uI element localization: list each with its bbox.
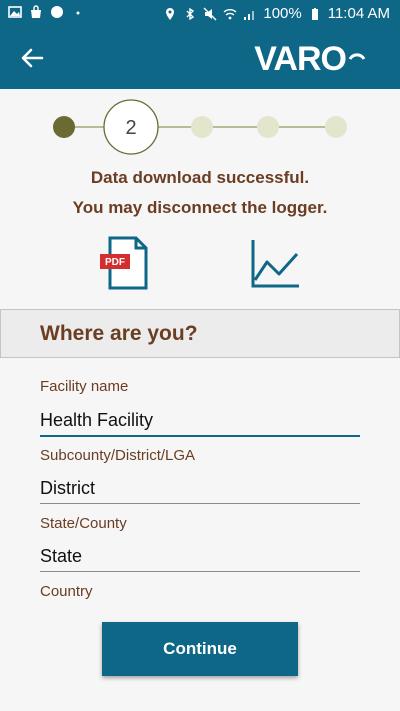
section-title: Where are you? xyxy=(40,322,198,345)
step-dot-completed xyxy=(53,116,75,138)
clock: 11:04 AM xyxy=(327,5,390,22)
step-dot-pending xyxy=(191,116,213,138)
continue-button[interactable]: Continue xyxy=(102,622,298,676)
wifi-icon xyxy=(223,8,237,19)
circle-icon xyxy=(51,6,63,18)
district-input[interactable] xyxy=(40,473,360,504)
success-message: Data download successful. xyxy=(90,168,310,187)
step-current-number: 2 xyxy=(125,117,136,139)
district-label: Subcounty/District/LGA xyxy=(40,447,196,464)
status-bar: 100% 11:04 AM xyxy=(0,0,400,28)
signal-icon xyxy=(244,10,255,20)
step-dot-pending xyxy=(325,116,347,138)
pdf-label: PDF xyxy=(105,257,125,268)
pdf-icon[interactable]: PDF xyxy=(98,236,152,290)
location-icon xyxy=(166,7,175,20)
dot-icon xyxy=(76,11,80,15)
back-arrow-icon[interactable] xyxy=(18,44,46,72)
varo-logo: VARO xyxy=(254,39,366,79)
battery-percent: 100% xyxy=(263,5,302,22)
country-label: Country xyxy=(40,583,93,600)
state-label: State/County xyxy=(40,515,127,532)
section-header: Where are you? xyxy=(0,309,400,358)
app-bar: VARO xyxy=(0,28,400,89)
bluetooth-icon xyxy=(186,7,195,20)
disconnect-message: You may disconnect the logger. xyxy=(72,198,328,217)
mute-icon xyxy=(203,7,217,20)
facility-name-label: Facility name xyxy=(40,378,129,395)
logo-gauge-icon xyxy=(348,53,366,60)
chart-icon[interactable] xyxy=(249,238,301,290)
battery-icon xyxy=(311,7,318,20)
stepper: 2 xyxy=(53,99,347,155)
state-input[interactable] xyxy=(40,541,360,572)
logo-text: VARO xyxy=(254,39,347,78)
shopping-bag-icon xyxy=(31,5,41,18)
facility-name-input[interactable] xyxy=(40,405,360,437)
step-dot-pending xyxy=(257,116,279,138)
image-icon xyxy=(8,6,22,18)
report-actions: PDF xyxy=(0,236,400,290)
